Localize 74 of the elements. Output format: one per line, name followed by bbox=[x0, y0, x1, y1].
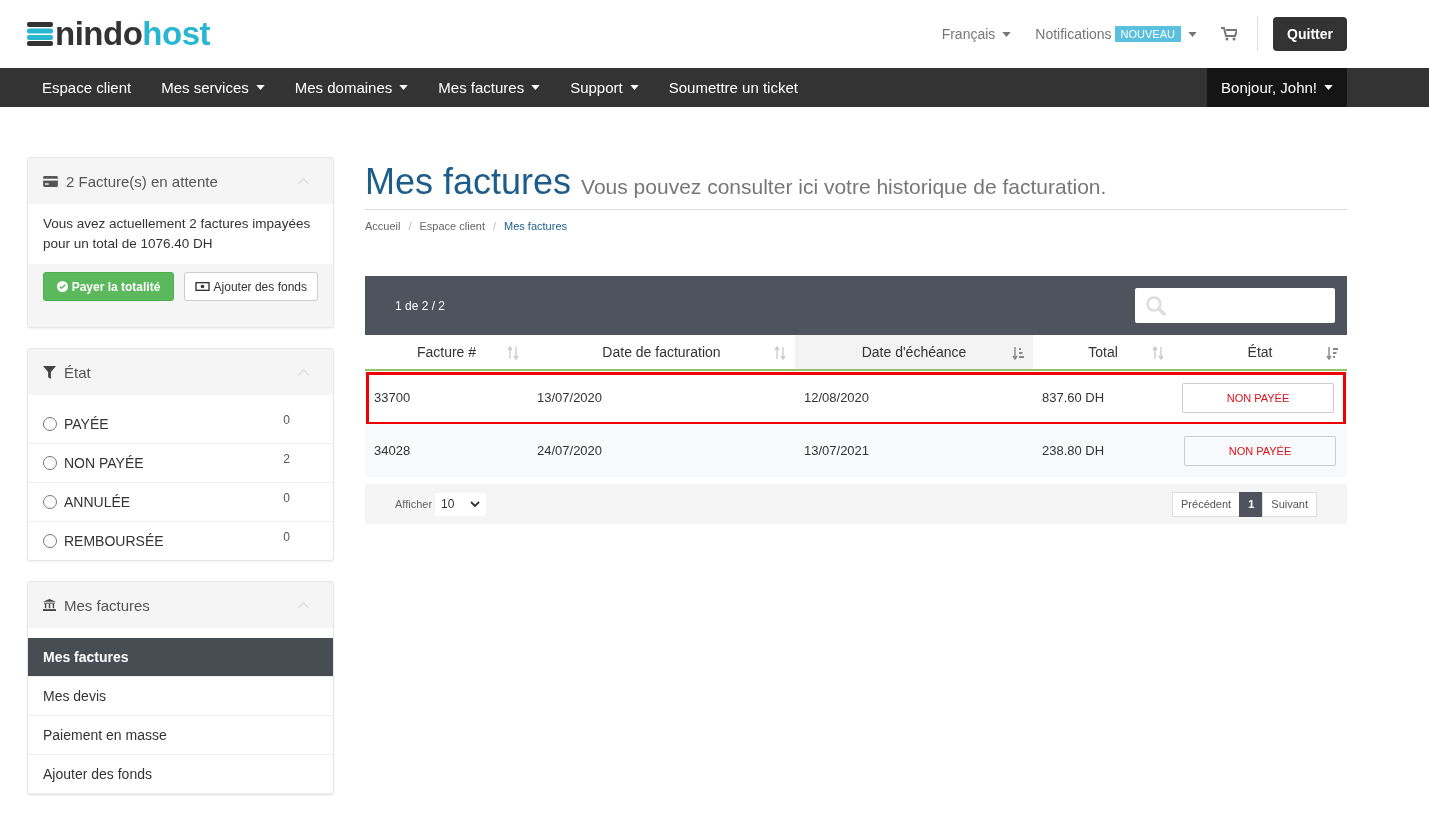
sidebar-menu-item[interactable]: Paiement en masse bbox=[28, 716, 333, 755]
add-funds-button[interactable]: Ajouter des fonds bbox=[183, 272, 318, 301]
language-menu[interactable]: Français bbox=[941, 26, 1012, 42]
chevron-down-icon bbox=[470, 501, 481, 507]
page-size-label: Afficher bbox=[395, 498, 433, 510]
nav-item[interactable]: Mes domaines bbox=[279, 68, 424, 107]
search-field[interactable] bbox=[1135, 288, 1335, 323]
breadcrumb-separator: / bbox=[408, 220, 412, 232]
table-cell-text: 34028 bbox=[373, 443, 412, 458]
filter-option[interactable]: ANNULÉE 0 bbox=[28, 483, 333, 522]
filter-option[interactable]: REMBOURSÉE 0 bbox=[28, 522, 333, 560]
table-cell-text: 837.60 DH bbox=[1041, 390, 1106, 405]
nav-item[interactable]: Mes factures bbox=[423, 68, 556, 107]
option-count: 2 bbox=[283, 452, 290, 466]
nav-item[interactable]: Support bbox=[555, 68, 654, 107]
filter-option[interactable]: PAYÉE 0 bbox=[28, 405, 333, 444]
option-label: ANNULÉE bbox=[64, 494, 132, 510]
filter-option[interactable]: NON PAYÉE 2 bbox=[28, 444, 333, 483]
bank-icon bbox=[43, 599, 56, 611]
new-badge: NOUVEAU bbox=[1114, 26, 1181, 42]
column-header[interactable]: Date de facturation bbox=[528, 335, 795, 369]
column-header[interactable]: État bbox=[1173, 335, 1347, 369]
panel-title: État bbox=[64, 363, 92, 381]
table-info: 1 de 2 / 2 bbox=[395, 298, 446, 313]
filter-icon bbox=[43, 365, 56, 379]
column-header[interactable]: Date d'échéance bbox=[795, 335, 1033, 369]
previous-page-button[interactable]: Précédent bbox=[1172, 491, 1241, 517]
table-cell-text: 13/07/2021 bbox=[803, 443, 871, 458]
status-label: NON PAYÉE bbox=[1184, 435, 1336, 466]
option-count: 0 bbox=[283, 413, 290, 427]
table-cell-text: 12/08/2020 bbox=[803, 390, 871, 405]
option-count: 0 bbox=[283, 530, 290, 544]
logo[interactable]: nindohost bbox=[27, 15, 210, 53]
status-label: NON PAYÉE bbox=[1182, 382, 1334, 413]
breadcrumb-link[interactable]: Mes factures bbox=[504, 220, 567, 232]
breadcrumb-link[interactable]: Espace client bbox=[419, 220, 485, 232]
page-button[interactable]: 1 bbox=[1239, 491, 1264, 517]
sidebar-menu-item[interactable]: Mes factures bbox=[28, 638, 333, 677]
table-cell-text: 238.80 DH bbox=[1041, 443, 1106, 458]
credit-card-icon bbox=[43, 175, 58, 187]
breadcrumb-link[interactable]: Accueil bbox=[365, 220, 401, 232]
panel-title: 2 Facture(s) en attente bbox=[66, 172, 219, 190]
table-cell-text: 24/07/2020 bbox=[536, 443, 604, 458]
nav-item[interactable]: Espace client bbox=[27, 68, 147, 107]
column-header[interactable]: Facture # bbox=[365, 335, 528, 369]
panel-title: Mes factures bbox=[64, 596, 151, 614]
user-menu[interactable]: Bonjour, John! bbox=[1207, 68, 1347, 107]
option-label: REMBOURSÉE bbox=[64, 533, 165, 549]
caret-icon bbox=[1002, 31, 1012, 37]
sidebar-menu-item[interactable]: Mes devis bbox=[28, 677, 333, 716]
banknote-icon bbox=[194, 282, 210, 291]
option-label: NON PAYÉE bbox=[64, 455, 145, 471]
server-stack-icon bbox=[27, 22, 53, 46]
page-title: Mes factures bbox=[365, 161, 572, 203]
caret-icon bbox=[1188, 31, 1197, 37]
column-header[interactable]: Total bbox=[1033, 335, 1173, 369]
check-circle-icon bbox=[56, 281, 68, 292]
option-count: 0 bbox=[283, 491, 290, 505]
nav-item[interactable]: Soumettre un ticket bbox=[653, 68, 813, 107]
page-subtitle: Vous pouvez consulter ici votre historique de facturation. bbox=[581, 175, 1107, 199]
next-page-button[interactable]: Suivant bbox=[1262, 491, 1317, 517]
caret-icon bbox=[1324, 85, 1333, 90]
page-size-select[interactable]: 10 bbox=[435, 492, 487, 516]
table-cell-text: 33700 bbox=[373, 390, 412, 405]
option-label: PAYÉE bbox=[64, 416, 110, 432]
logout-button[interactable]: Quitter bbox=[1273, 17, 1347, 51]
notifications-menu[interactable]: Notifications NOUVEAU bbox=[1035, 26, 1197, 42]
nav-item[interactable]: Mes services bbox=[146, 68, 280, 107]
table-cell-text: 13/07/2020 bbox=[536, 390, 604, 405]
panel-text: Vous avez actuellement 2 factures impayées pour un total de 1076.40 DH bbox=[42, 215, 312, 253]
sidebar-menu-item[interactable]: Ajouter des fonds bbox=[28, 755, 333, 794]
search-icon bbox=[1145, 294, 1167, 317]
breadcrumb-separator: / bbox=[492, 220, 497, 232]
cart-icon bbox=[1221, 27, 1237, 41]
